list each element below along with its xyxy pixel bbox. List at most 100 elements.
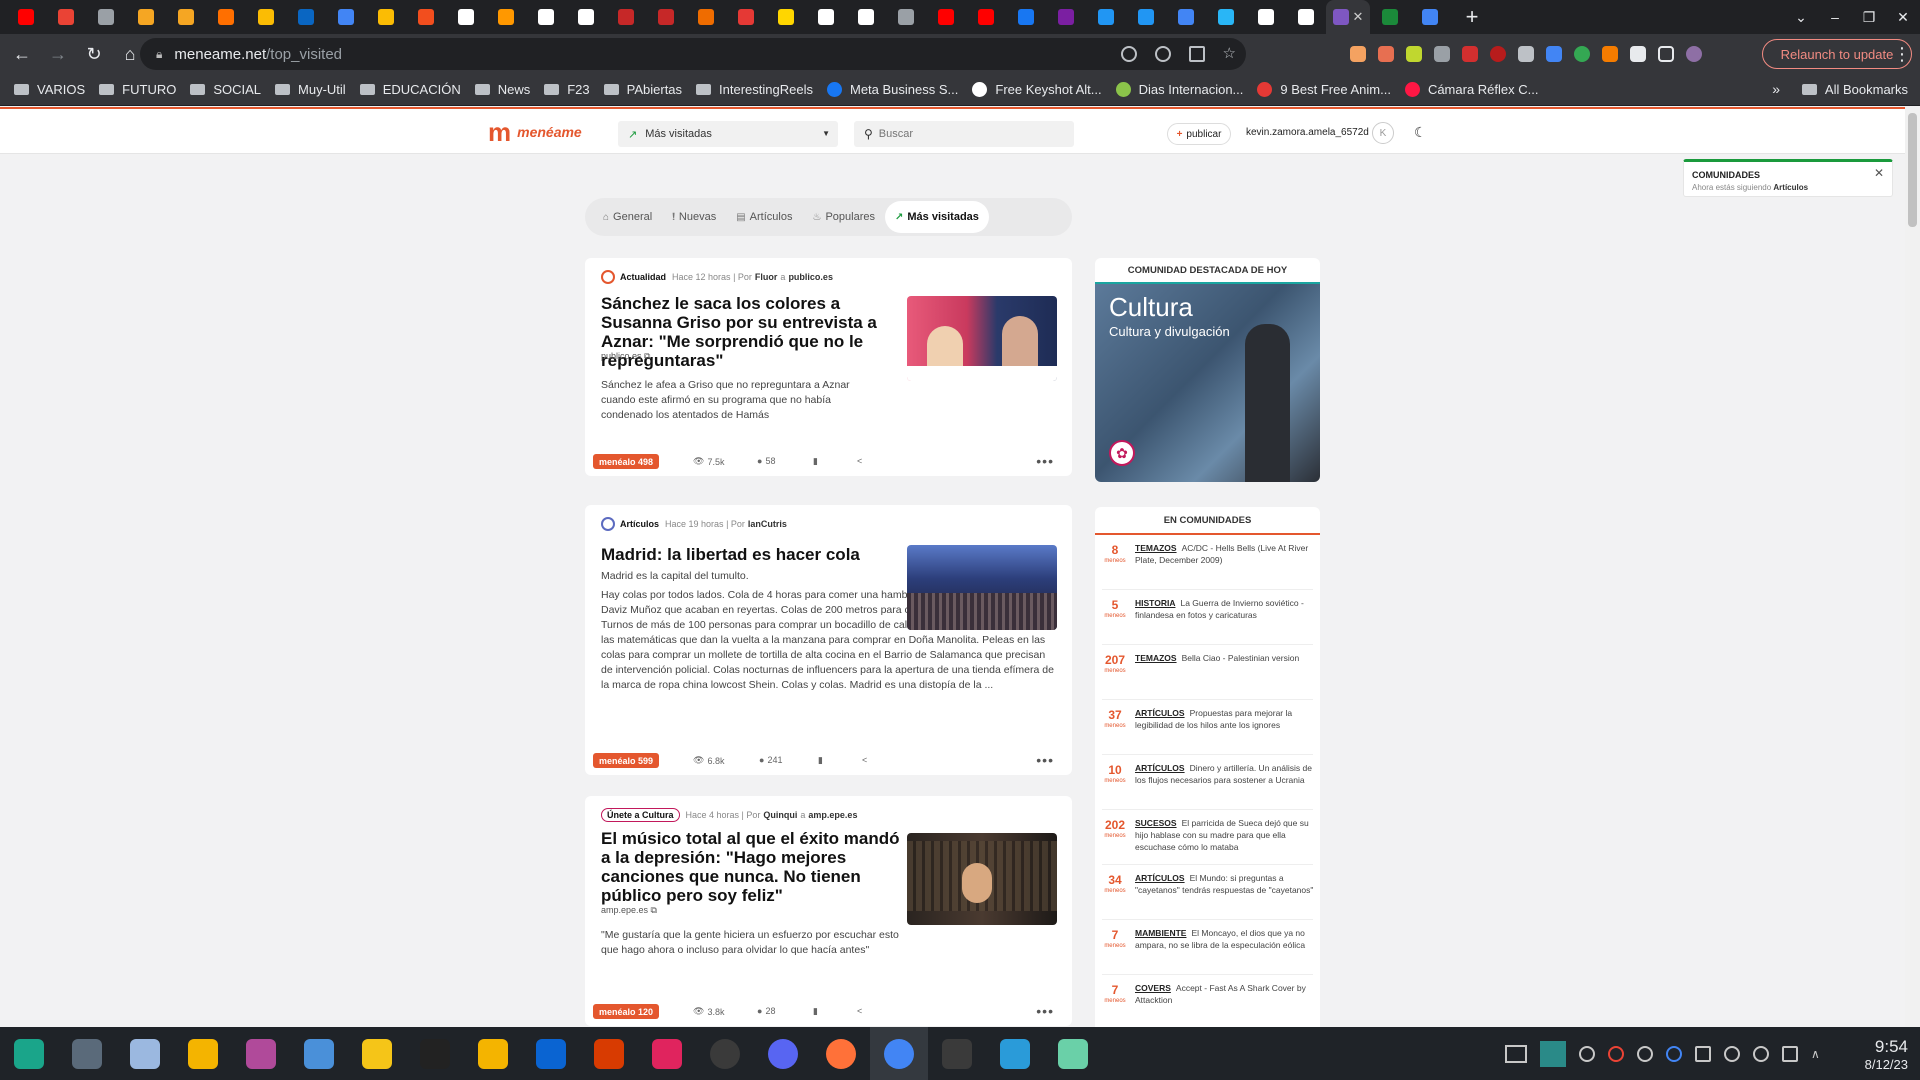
site-logo[interactable]: m menéame bbox=[488, 119, 582, 145]
location-icon[interactable] bbox=[1724, 1045, 1740, 1062]
story-source[interactable]: amp.epe.es ⧉ bbox=[601, 905, 657, 916]
browser-tab[interactable] bbox=[6, 0, 46, 34]
extension-icon[interactable] bbox=[1434, 46, 1450, 62]
clipboard-icon[interactable] bbox=[1695, 1045, 1711, 1062]
minimize-button[interactable]: – bbox=[1818, 9, 1852, 25]
username-link[interactable]: kevin.zamora.amela_6572d bbox=[1246, 127, 1369, 138]
maximize-button[interactable]: ❐ bbox=[1852, 9, 1886, 26]
browser-tab[interactable] bbox=[1370, 0, 1410, 34]
extension-icon[interactable] bbox=[1350, 46, 1366, 62]
community-story-text[interactable]: COVERS Accept - Fast As A Shark Cover by … bbox=[1135, 982, 1315, 1006]
story-author[interactable]: Quinqui bbox=[763, 810, 797, 820]
menealo-button[interactable]: menéalo 120 bbox=[593, 1004, 660, 1019]
browser-tab[interactable] bbox=[1246, 0, 1286, 34]
extension-icon[interactable] bbox=[1574, 46, 1590, 62]
community-story-item[interactable]: 34 meneos ARTÍCULOS El Mundo: si preguntas … bbox=[1102, 865, 1313, 920]
bookmark-folder[interactable]: VARIOS bbox=[14, 82, 85, 97]
close-tab-icon[interactable]: ✕ bbox=[1353, 9, 1364, 25]
browser-tab[interactable] bbox=[86, 0, 126, 34]
browser-tab[interactable] bbox=[566, 0, 606, 34]
bookmark-link[interactable]: 9 Best Free Anim... bbox=[1257, 82, 1391, 97]
story-thumbnail[interactable] bbox=[907, 545, 1057, 630]
taskbar-app-button[interactable] bbox=[986, 1027, 1044, 1080]
bookmark-link[interactable]: Meta Business S... bbox=[827, 82, 958, 97]
taskbar-app-button[interactable] bbox=[638, 1027, 696, 1080]
bookmark-icon[interactable]: ▮ bbox=[813, 1006, 818, 1017]
search-input[interactable] bbox=[878, 128, 1059, 140]
browser-tab[interactable] bbox=[286, 0, 326, 34]
browser-tab[interactable] bbox=[766, 0, 806, 34]
community-story-item[interactable]: 7 meneos COVERS Accept - Fast As A Shark Co… bbox=[1102, 975, 1313, 1027]
taskbar-app-button[interactable] bbox=[290, 1027, 348, 1080]
publish-button[interactable]: + publicar bbox=[1167, 123, 1231, 145]
community-tag[interactable]: TEMAZOS bbox=[1135, 653, 1177, 663]
bookmark-folder[interactable]: EDUCACIÓN bbox=[359, 82, 461, 97]
chevron-up-icon[interactable]: ∧ bbox=[1811, 1047, 1820, 1061]
chrome-tray-icon[interactable] bbox=[1608, 1045, 1624, 1062]
browser-tab[interactable] bbox=[246, 0, 286, 34]
extension-icon[interactable] bbox=[1462, 46, 1478, 62]
community-tag[interactable]: HISTORIA bbox=[1135, 598, 1175, 608]
browser-tab[interactable] bbox=[926, 0, 966, 34]
profile-avatar-icon[interactable] bbox=[1686, 46, 1702, 62]
community-story-text[interactable]: TEMAZOS AC/DC - Hells Bells (Live At Rive… bbox=[1135, 542, 1315, 566]
community-story-text[interactable]: TEMAZOS Bella Ciao - Palestinian version bbox=[1135, 652, 1315, 664]
browser-tab[interactable] bbox=[326, 0, 366, 34]
browser-tab[interactable] bbox=[1206, 0, 1246, 34]
featured-community-card[interactable]: COMUNIDAD DESTACADA DE HOY Cultura Cultu… bbox=[1095, 258, 1320, 482]
browser-tab[interactable] bbox=[46, 0, 86, 34]
browser-tab[interactable] bbox=[526, 0, 566, 34]
bookmark-icon[interactable]: ▮ bbox=[818, 755, 823, 766]
page-scrollbar[interactable] bbox=[1905, 107, 1920, 1027]
user-avatar[interactable]: K bbox=[1372, 122, 1394, 144]
taskbar-app-button[interactable] bbox=[406, 1027, 464, 1080]
community-story-item[interactable]: 8 meneos TEMAZOS AC/DC - Hells Bells (Live … bbox=[1102, 535, 1313, 590]
bookmark-folder[interactable]: News bbox=[474, 82, 530, 97]
browser-tab[interactable] bbox=[1286, 0, 1326, 34]
share-icon[interactable]: < bbox=[857, 456, 862, 466]
story-thumbnail[interactable] bbox=[907, 296, 1057, 381]
scrollbar-thumb[interactable] bbox=[1908, 113, 1917, 227]
tab-populares[interactable]: ♨ Populares bbox=[802, 201, 885, 233]
close-icon[interactable]: ✕ bbox=[1874, 166, 1884, 180]
more-options-icon[interactable]: ••• bbox=[1036, 752, 1054, 768]
community-story-item[interactable]: 10 meneos ARTÍCULOS Dinero y artillería. Un… bbox=[1102, 755, 1313, 810]
dark-mode-moon-icon[interactable]: ☾ bbox=[1414, 124, 1427, 141]
browser-tab[interactable] bbox=[606, 0, 646, 34]
tab-nuevas[interactable]: ❗︎ Nuevas bbox=[662, 201, 726, 233]
clock[interactable]: 9:54 8/12/23 bbox=[1865, 1037, 1908, 1072]
side-panel-icon[interactable] bbox=[1658, 46, 1674, 62]
extensions-puzzle-icon[interactable] bbox=[1630, 46, 1646, 62]
community-tag[interactable]: TEMAZOS bbox=[1135, 543, 1177, 553]
notifications-icon[interactable] bbox=[1579, 1045, 1595, 1062]
eyedropper-icon[interactable] bbox=[1518, 46, 1534, 62]
community-story-text[interactable]: MAMBIENTE El Moncayo, el dios que ya no a… bbox=[1135, 927, 1315, 951]
tab-search-icon[interactable]: ⌄ bbox=[1784, 9, 1818, 26]
chrome-menu-icon[interactable]: ⋮ bbox=[1884, 44, 1920, 65]
ublock-icon[interactable] bbox=[1490, 46, 1506, 62]
browser-tab[interactable] bbox=[886, 0, 926, 34]
browser-tab[interactable] bbox=[166, 0, 206, 34]
taskbar-app-button[interactable] bbox=[580, 1027, 638, 1080]
extension-icon[interactable] bbox=[1378, 46, 1394, 62]
browser-tab[interactable] bbox=[1046, 0, 1086, 34]
reload-icon[interactable]: ↻ bbox=[76, 44, 112, 65]
browser-tab[interactable] bbox=[206, 0, 246, 34]
menealo-button[interactable]: menéalo 498 bbox=[593, 454, 660, 469]
back-icon[interactable]: ← bbox=[4, 44, 40, 65]
story-domain[interactable]: publico.es bbox=[788, 272, 833, 282]
browser-tab[interactable] bbox=[1126, 0, 1166, 34]
category-select[interactable]: ↗ Más visitadas ▼ bbox=[618, 121, 838, 147]
browser-tab[interactable] bbox=[406, 0, 446, 34]
translate-icon[interactable] bbox=[1546, 46, 1562, 62]
bookmark-folder[interactable]: F23 bbox=[544, 82, 590, 97]
taskbar-app-button[interactable] bbox=[696, 1027, 754, 1080]
community-story-item[interactable]: 5 meneos HISTORIA La Guerra de Invierno sov… bbox=[1102, 590, 1313, 645]
browser-tab[interactable]: ✕ bbox=[1326, 0, 1370, 34]
bookmark-icon[interactable]: ▮ bbox=[813, 456, 818, 467]
community-tag[interactable]: ARTÍCULOS bbox=[1135, 708, 1185, 718]
browser-tab[interactable] bbox=[486, 0, 526, 34]
browser-tab[interactable] bbox=[806, 0, 846, 34]
lock-icon[interactable]: 🔒︎ bbox=[156, 47, 162, 62]
taskbar-app-button[interactable] bbox=[870, 1027, 928, 1080]
